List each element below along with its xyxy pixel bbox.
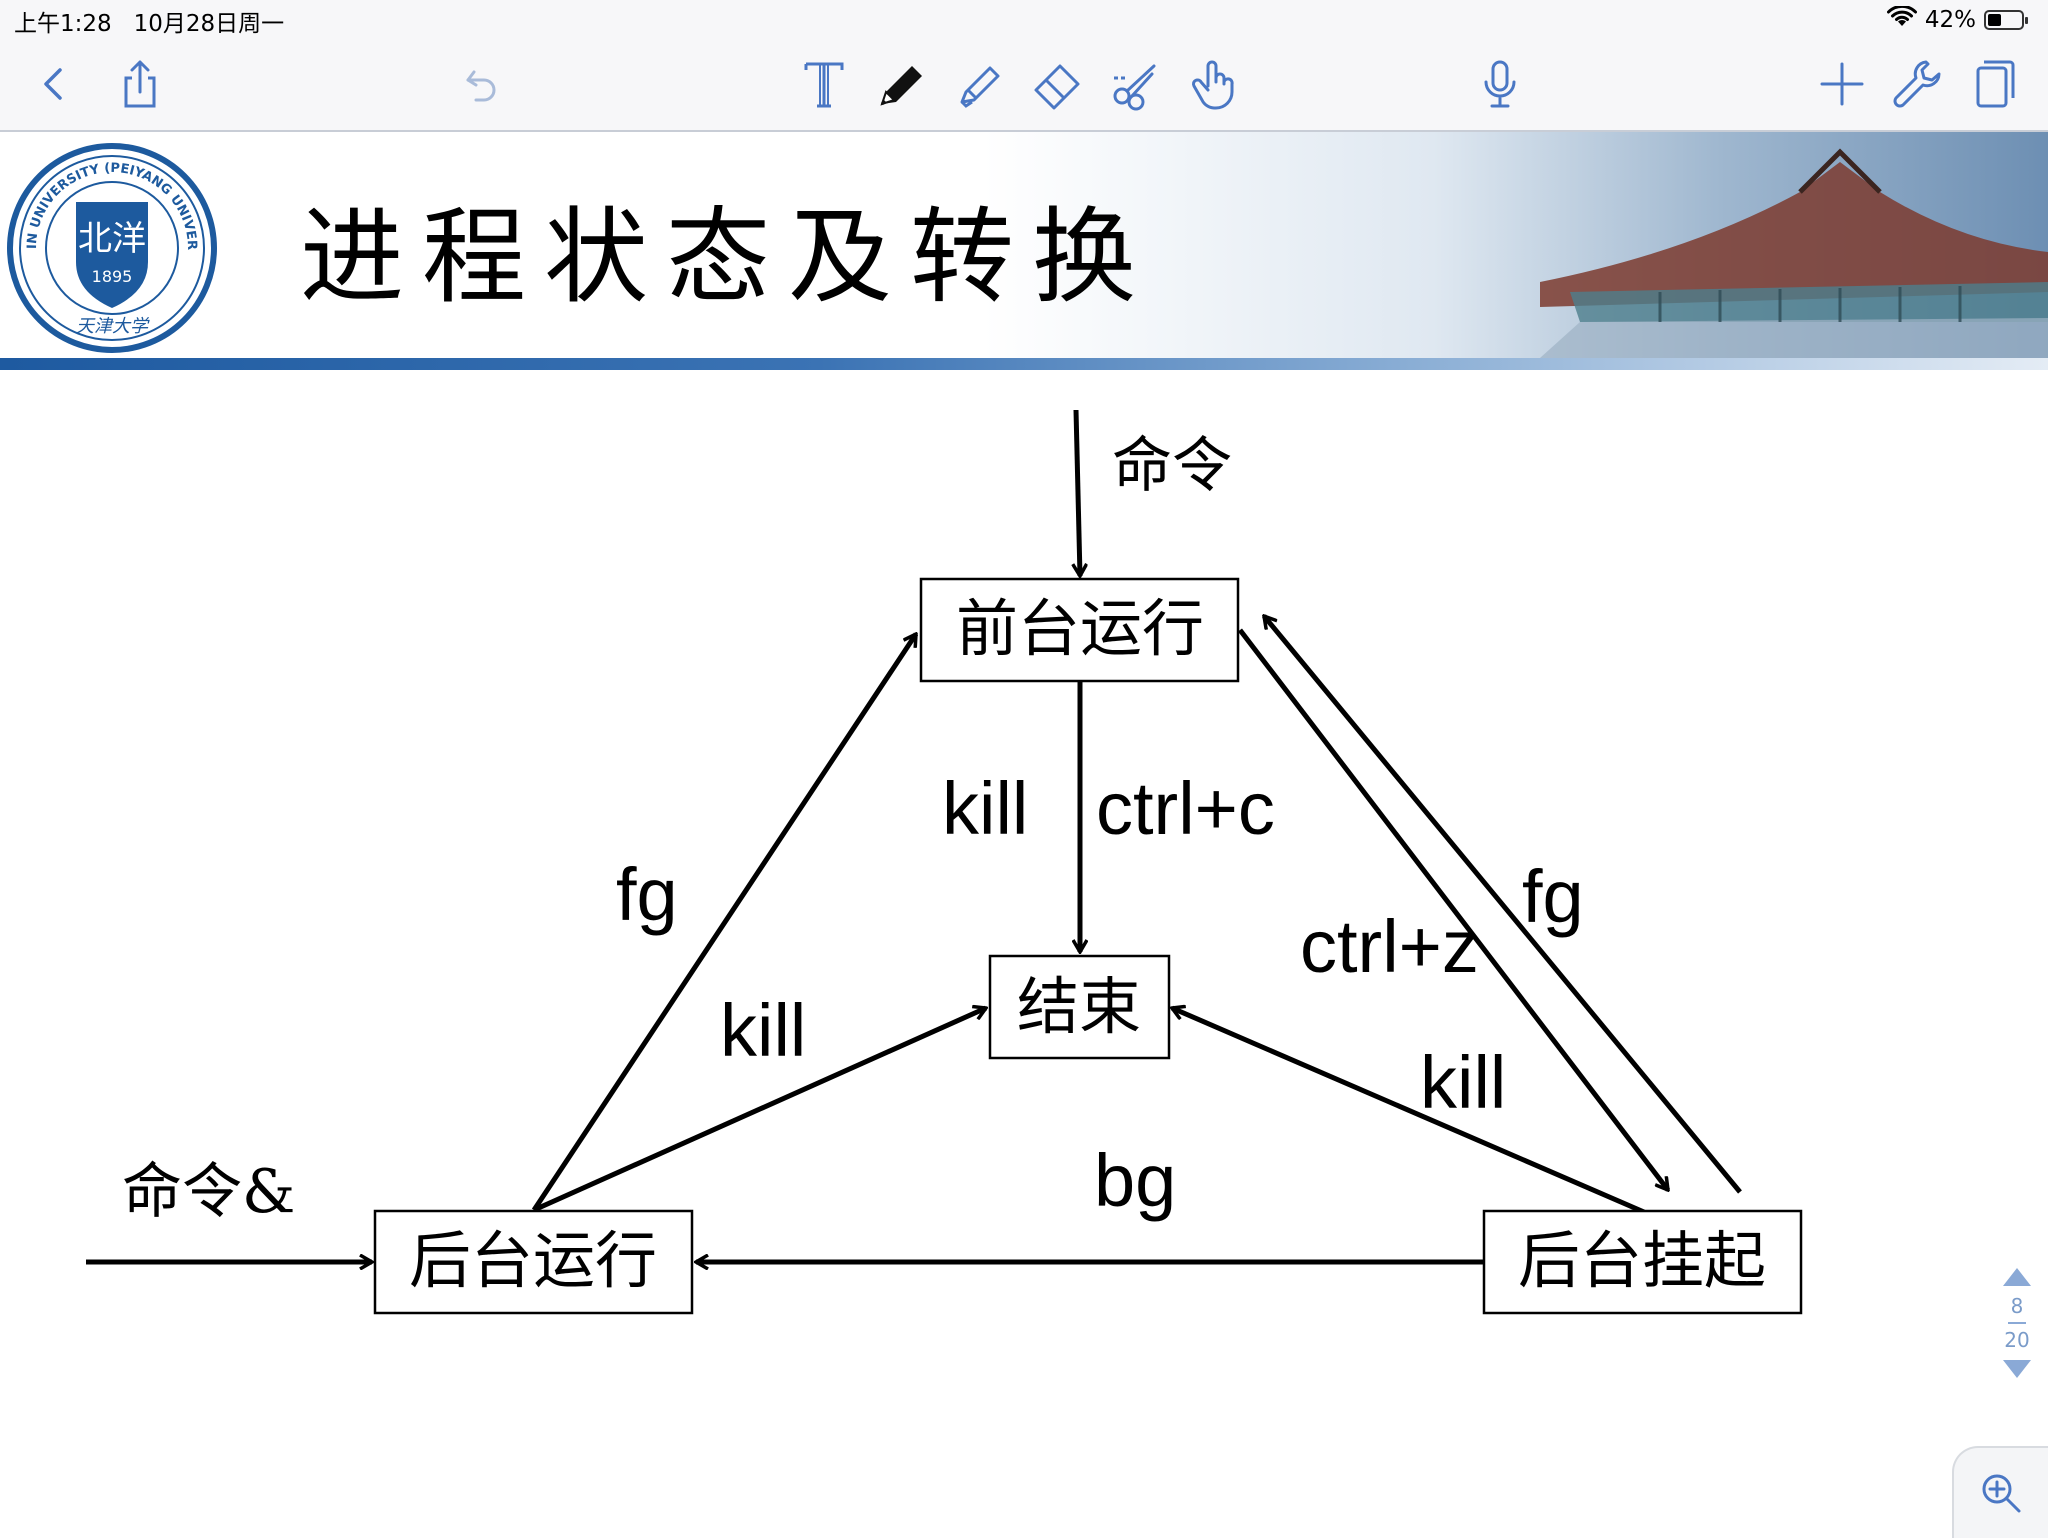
page-separator (2008, 1322, 2026, 1324)
battery-percent: 42% (1924, 7, 1976, 33)
slide: TIANJIN UNIVERSITY (PEIYANG UNIVERSITY) … (0, 132, 2048, 1536)
status-clock: 上午1:28 (14, 11, 112, 37)
node-background: 后台运行 (373, 1209, 694, 1315)
highlighter-icon[interactable] (948, 52, 1012, 116)
node-end-label: 结束 (1017, 970, 1141, 1043)
battery-fill (1988, 14, 2002, 26)
pen-icon[interactable] (870, 52, 934, 116)
hand-pointer-icon[interactable] (1182, 52, 1246, 116)
lasso-scissors-icon[interactable] (1104, 52, 1168, 116)
label-kill-suspended: kill (1420, 1041, 1506, 1124)
label-kill-background: kill (720, 989, 806, 1072)
page-down-icon[interactable] (2003, 1360, 2031, 1378)
arrow-suspended-to-end (1172, 1008, 1645, 1215)
node-background-label: 后台运行 (409, 1224, 657, 1297)
label-ctrl-z: ctrl+z (1300, 905, 1479, 988)
arrow-command-to-foreground (1076, 409, 1080, 576)
label-kill-foreground: kill (942, 767, 1028, 850)
page-up-icon[interactable] (2003, 1268, 2031, 1286)
label-fg-right: fg (1522, 855, 1584, 938)
label-fg-left: fg (616, 853, 678, 936)
add-icon[interactable] (1810, 52, 1874, 116)
label-command-bg: 命令& (122, 1157, 295, 1227)
status-bar: 上午1:28 10月28日周一 42% (0, 0, 2048, 40)
microphone-icon[interactable] (1468, 52, 1532, 116)
toolbar (0, 40, 2048, 132)
battery-icon (1984, 10, 2028, 30)
label-command: 命令 (1112, 431, 1232, 501)
page-indicator: 8 20 (2000, 1268, 2034, 1378)
node-foreground: 前台运行 (919, 577, 1240, 683)
pages-icon[interactable] (1964, 52, 2028, 116)
eraser-icon[interactable] (1026, 52, 1090, 116)
status-time: 上午1:28 10月28日周一 (14, 4, 284, 38)
state-diagram: 前台运行 结束 后台运行 后台挂起 命令 命令& kill ctrl+c fg … (86, 409, 1803, 1315)
share-icon[interactable] (108, 52, 172, 116)
back-icon[interactable] (22, 52, 86, 116)
label-ctrl-c: ctrl+c (1096, 767, 1275, 850)
page-current: 8 (2010, 1294, 2024, 1318)
text-tool-icon[interactable] (792, 52, 856, 116)
wifi-icon (1886, 4, 1917, 34)
zoom-in-icon (1982, 1474, 2021, 1513)
status-indicators: 42% (1886, 4, 2028, 36)
status-date: 10月28日周一 (133, 11, 285, 37)
node-suspended: 后台挂起 (1482, 1209, 1803, 1315)
settings-wrench-icon[interactable] (1884, 52, 1948, 116)
zoom-button[interactable] (1952, 1446, 2048, 1538)
undo-icon[interactable] (450, 52, 514, 116)
node-suspended-label: 后台挂起 (1518, 1224, 1766, 1297)
node-foreground-label: 前台运行 (956, 592, 1204, 665)
label-bg: bg (1094, 1139, 1176, 1222)
node-end: 结束 (988, 954, 1171, 1060)
page-total: 20 (2004, 1328, 2030, 1352)
